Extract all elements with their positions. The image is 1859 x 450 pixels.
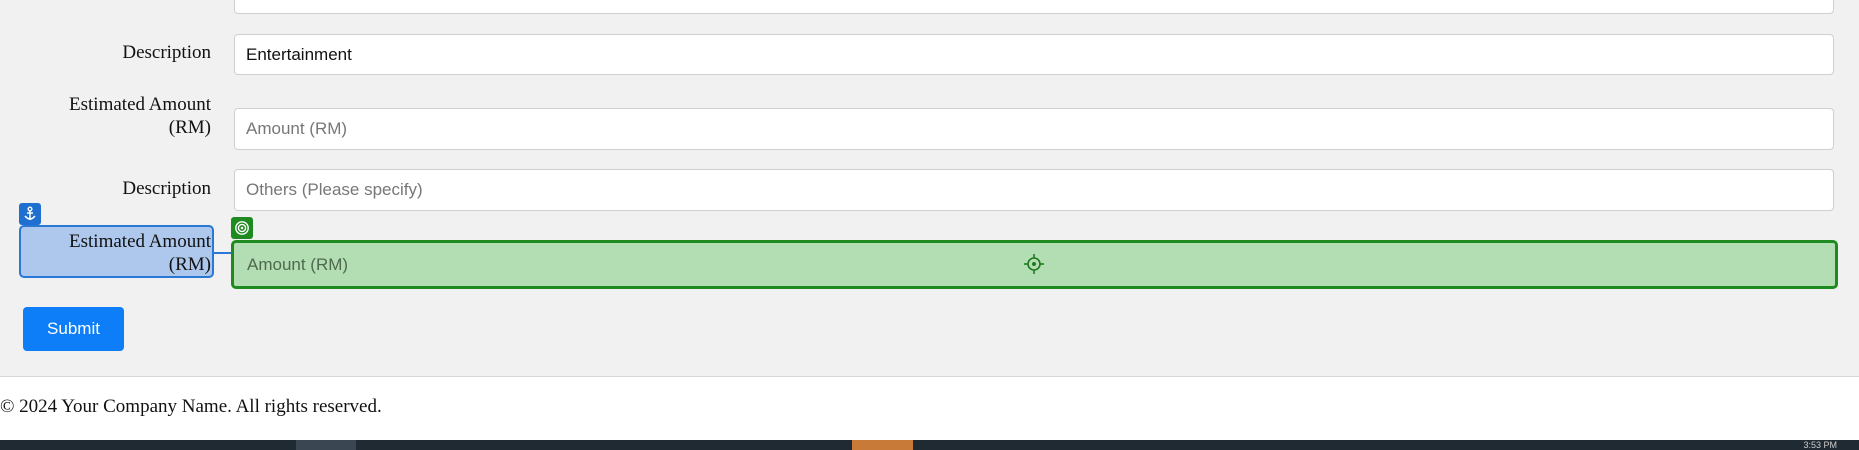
description-input-2[interactable]: Others (Please specify): [234, 169, 1834, 211]
amount-label-1: Estimated Amount (RM): [69, 93, 211, 139]
description-label-2: Description: [122, 178, 211, 199]
amount-label-2: Estimated Amount (RM): [69, 230, 211, 276]
description-value-1: Entertainment: [246, 44, 352, 64]
amount-placeholder-1: Amount (RM): [246, 119, 348, 138]
highlight-connector: [214, 252, 231, 254]
crosshair-icon: [1024, 254, 1044, 274]
amount-placeholder-2: Amount (RM): [247, 254, 349, 274]
previous-amount-field[interactable]: [234, 0, 1834, 14]
description-placeholder-2: Others (Please specify): [246, 180, 423, 199]
amount-label-2-line2: (RM): [168, 254, 211, 275]
taskbar: [0, 440, 1859, 450]
amount-label-1-line1: Estimated Amount: [69, 94, 211, 115]
taskbar-app-2[interactable]: [852, 440, 913, 450]
description-label-1: Description: [122, 42, 211, 63]
form-panel: Description Entertainment Estimated Amou…: [0, 0, 1859, 377]
description-input-1[interactable]: Entertainment: [234, 34, 1834, 75]
anchor-icon: [19, 203, 41, 225]
taskbar-app-1[interactable]: [296, 440, 356, 450]
submit-button[interactable]: Submit: [23, 307, 124, 351]
taskbar-clock: 3:53 PM: [1803, 440, 1837, 450]
amount-label-1-line2: (RM): [168, 117, 211, 138]
amount-input-1[interactable]: Amount (RM): [234, 108, 1834, 150]
target-icon: [231, 217, 253, 239]
footer-copyright: © 2024 Your Company Name. All rights res…: [0, 396, 382, 417]
amount-label-2-line1: Estimated Amount: [69, 231, 211, 252]
